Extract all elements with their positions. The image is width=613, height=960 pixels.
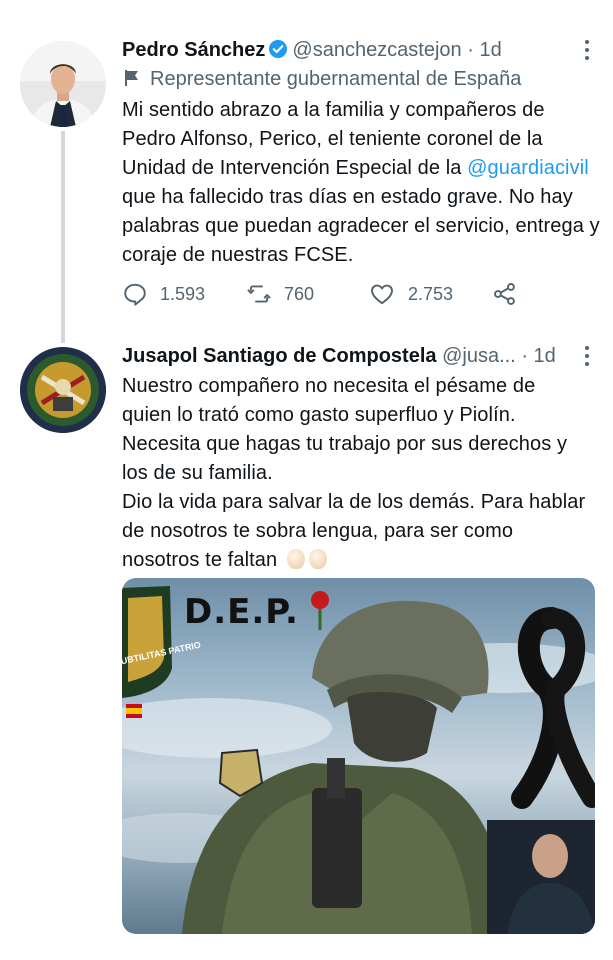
more-dot-icon — [585, 354, 589, 358]
share-icon — [494, 283, 515, 305]
tweet-text-line: Dio la vida para salvar la de los demás.… — [122, 491, 586, 513]
more-dot-icon — [585, 40, 589, 44]
share-button[interactable] — [492, 281, 518, 307]
avatar-image — [20, 41, 106, 127]
separator-dot: · — [467, 39, 474, 61]
more-dot-icon — [585, 56, 589, 60]
egg-emoji-icon — [308, 549, 327, 569]
verified-icon — [268, 39, 288, 66]
thread-line — [61, 131, 65, 343]
tweet-pedro-sanchez[interactable]: Pedro Sánchez @sanchezcastejon · 1d Repre… — [0, 0, 613, 343]
tweet-text-line: Nuestro compañero no necesita el pésame … — [122, 375, 536, 397]
tweet-text-last-line: nosotros te faltan — [122, 546, 606, 575]
author-name[interactable]: Pedro Sánchez — [122, 39, 265, 61]
author-handle[interactable]: @jusa... — [442, 345, 516, 367]
avatar-image — [20, 347, 106, 433]
tweet-text-line: Necesita que hagas tu trabajo por sus de… — [122, 433, 568, 455]
tweet-header: Jusapol Santiago de Compostela @jusa... … — [122, 343, 556, 369]
media-headline: D.E.P. — [184, 592, 299, 632]
more-dot-icon — [585, 48, 589, 52]
tweet-actions: 1.593 760 2.753 — [122, 281, 522, 311]
tweet-time[interactable]: 1d — [479, 39, 501, 61]
like-count: 2.753 — [408, 283, 454, 304]
tweet-header: Pedro Sánchez @sanchezcastejon · 1d — [122, 37, 502, 66]
avatar[interactable] — [20, 41, 106, 127]
reply-button[interactable]: 1.593 — [122, 281, 205, 307]
egg-emoji-icon — [286, 549, 305, 569]
reply-count: 1.593 — [160, 283, 206, 304]
more-options-button[interactable] — [585, 40, 591, 60]
tweet-text: Nuestro compañero no necesita el pésame … — [122, 372, 606, 575]
tweet-time[interactable]: 1d — [534, 345, 556, 367]
more-options-button[interactable] — [585, 346, 591, 366]
flag-icon — [125, 70, 138, 86]
tweet-text-part: que ha fallecido tras días en estado gra… — [122, 186, 600, 266]
more-dot-icon — [585, 346, 589, 350]
tweet-text-line: de nosotros te sobra lengua, para ser co… — [122, 520, 514, 542]
tweet-text-line: nosotros te faltan — [122, 549, 278, 571]
government-label[interactable]: Representante gubernamental de España — [122, 66, 521, 92]
retweet-count: 760 — [284, 283, 315, 304]
tweet-text: Mi sentido abrazo a la familia y compañe… — [122, 96, 602, 270]
retweet-icon — [247, 285, 271, 303]
government-label-text: Representante gubernamental de España — [150, 68, 522, 90]
avatar[interactable] — [20, 347, 106, 433]
retweet-button[interactable]: 760 — [246, 281, 314, 307]
author-name[interactable]: Jusapol Santiago de Compostela — [122, 345, 437, 367]
author-handle[interactable]: @sanchezcastejon — [292, 39, 461, 61]
mention-link[interactable]: @guardiacivil — [467, 157, 589, 179]
heart-icon — [371, 284, 393, 305]
more-dot-icon — [585, 362, 589, 366]
tweet-media-image[interactable]: D.E.P. UBTILITAS PATRIO — [122, 578, 595, 934]
reply-icon — [124, 283, 146, 306]
separator-dot: · — [521, 345, 528, 367]
tweet-text-line: los de su familia. — [122, 462, 273, 484]
tweet-text-line: quien lo trató como gasto superfluo y Pi… — [122, 404, 516, 426]
like-button[interactable]: 2.753 — [368, 281, 453, 307]
